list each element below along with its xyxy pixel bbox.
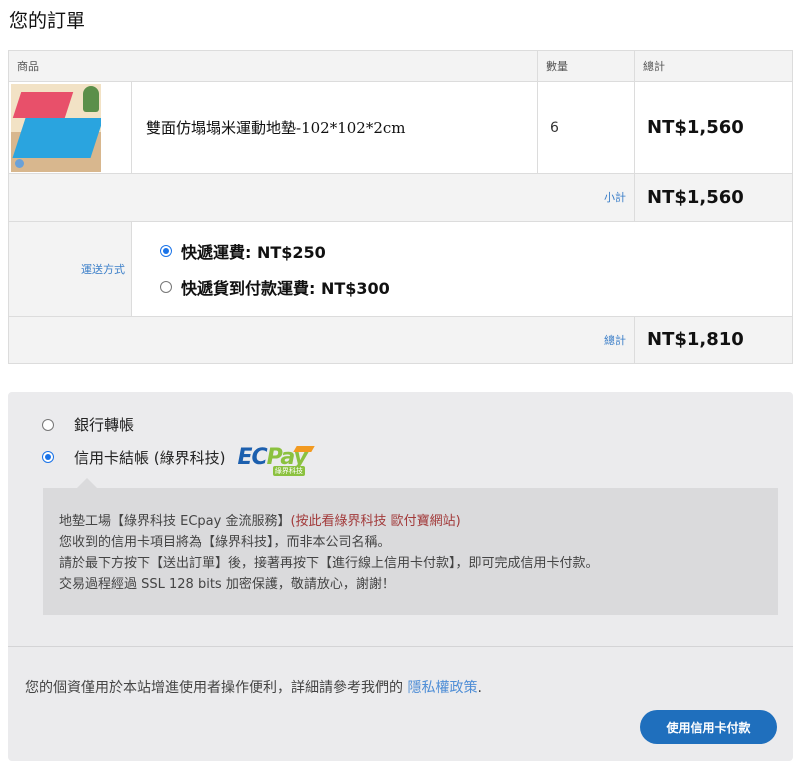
total-row: 總計 NT$1,810 [8, 315, 793, 365]
shipping-express-label: 快遞運費: NT$250 [181, 242, 326, 262]
payment-panel: 銀行轉帳 信用卡結帳 (綠界科技) EC Pay 綠界科技 地墊工場【綠界科技 E… [8, 392, 793, 761]
product-price: NT$1,560 [634, 81, 793, 175]
shipping-option-cod[interactable]: 快遞貨到付款運費: NT$300 [160, 269, 792, 305]
info-line-1: 地墊工場【綠界科技 ECpay 金流服務】(按此看綠界科技 歐付寶網站) [59, 514, 461, 529]
shipping-option-express[interactable]: 快遞運費: NT$250 [160, 233, 792, 269]
credit-card-label: 信用卡結帳 (綠界科技) [74, 448, 226, 467]
product-name[interactable]: 雙面仿塌塌米運動地墊-102*102*2cm [131, 81, 538, 175]
subtotal-value: NT$1,560 [634, 173, 793, 222]
product-thumbnail-cell [8, 81, 132, 175]
table-row: 雙面仿塌塌米運動地墊-102*102*2cm 6 NT$1,560 [8, 81, 793, 175]
shipping-options: 快遞運費: NT$250 快遞貨到付款運費: NT$300 [131, 220, 793, 317]
ecpay-site-link[interactable]: (按此看綠界科技 歐付寶網站) [290, 514, 460, 529]
header-product: 商品 [8, 49, 538, 83]
pay-with-credit-card-button[interactable]: 使用信用卡付款 [640, 710, 777, 744]
divider [8, 646, 793, 647]
privacy-policy-link[interactable]: 隱私權政策 [407, 680, 477, 696]
bank-transfer-label: 銀行轉帳 [74, 416, 135, 434]
page-title: 您的訂單 [9, 10, 86, 32]
credit-card-radio[interactable] [42, 451, 54, 463]
table-header-row: 商品 數量 總計 [8, 49, 793, 83]
shipping-row: 運送方式 快遞運費: NT$250 快遞貨到付款運費: NT$300 [8, 220, 793, 317]
product-quantity: 6 [537, 81, 635, 175]
total-label: 總計 [8, 315, 635, 365]
header-quantity: 數量 [537, 49, 635, 83]
shipping-cod-radio[interactable] [160, 280, 172, 293]
shipping-cod-label: 快遞貨到付款運費: NT$300 [181, 278, 390, 298]
payment-info-box: 地墊工場【綠界科技 ECpay 金流服務】(按此看綠界科技 歐付寶網站) 您收到… [43, 478, 778, 615]
payment-option-bank[interactable]: 銀行轉帳 [42, 414, 134, 435]
ecpay-logo: EC Pay 綠界科技 [237, 444, 315, 476]
bank-transfer-radio[interactable] [42, 418, 54, 431]
info-line-2: 您收到的信用卡項目將為【綠界科技】，而非本公司名稱。 [59, 535, 391, 550]
subtotal-row: 小計 NT$1,560 [8, 173, 793, 222]
info-line-4: 交易過程經過 SSL 128 bits 加密保護，敬請放心，謝謝！ [59, 577, 395, 592]
payment-option-credit-card[interactable]: 信用卡結帳 (綠界科技) EC Pay 綠界科技 [42, 444, 315, 476]
info-line-3: 請於最下方按下【送出訂單】後，接著再按下【進行線上信用卡付款】，即可完成信用卡付… [59, 556, 599, 571]
privacy-notice: 您的個資僅用於本站增進使用者操作便利，詳細請參考我們的 隱私權政策. [25, 680, 482, 696]
total-value: NT$1,810 [634, 315, 793, 365]
subtotal-label: 小計 [8, 173, 635, 222]
shipping-express-radio[interactable] [160, 244, 172, 257]
order-table: 商品 數量 總計 雙面仿塌塌米運動地墊-102*102*2cm 6 NT$1,5… [8, 49, 793, 365]
product-thumbnail[interactable] [11, 84, 101, 173]
header-total: 總計 [634, 49, 793, 83]
shipping-label: 運送方式 [8, 220, 132, 317]
